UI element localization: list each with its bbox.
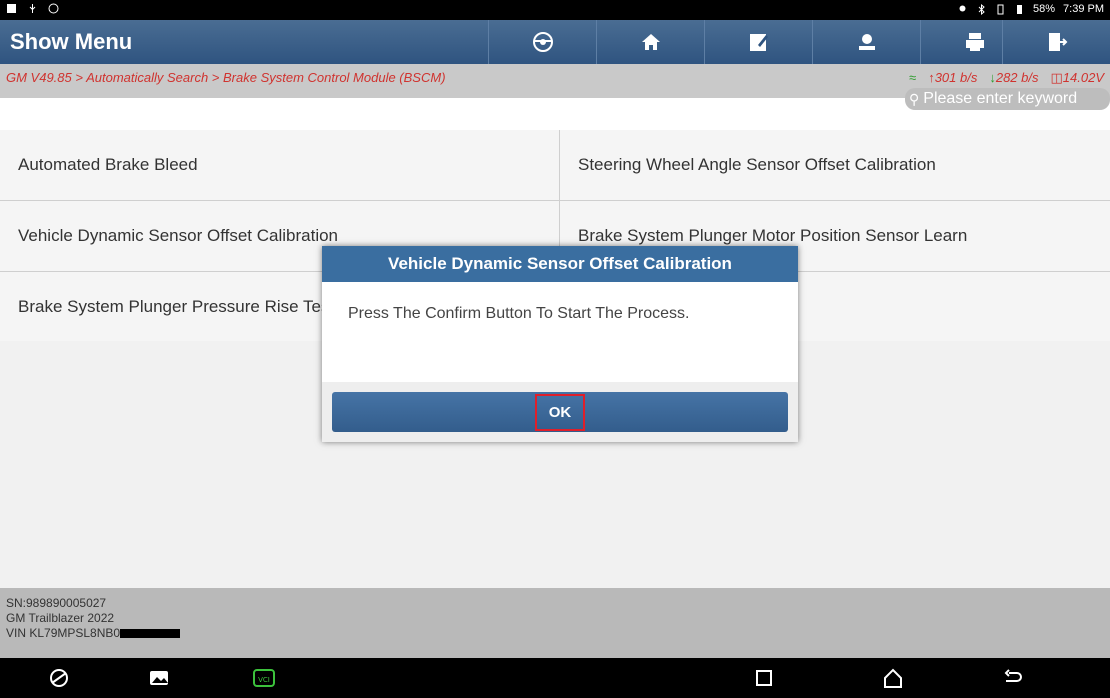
dialog-title: Vehicle Dynamic Sensor Offset Calibratio… (322, 246, 798, 282)
android-nav-bar: VCI (0, 658, 1110, 698)
status-right-icons: 58% 7:39 PM (957, 3, 1104, 15)
ok-button-label: OK (534, 393, 586, 431)
battery-icon (1017, 4, 1022, 14)
ok-button[interactable]: OK (332, 392, 788, 432)
location-icon (959, 5, 966, 11)
notification-icon (7, 4, 16, 13)
vibrate-icon (997, 4, 1004, 14)
bluetooth-icon (978, 3, 985, 15)
status-bar: 58% 7:39 PM (0, 0, 1110, 20)
dialog-footer: OK (322, 382, 798, 442)
recents-icon[interactable] (755, 669, 773, 687)
battery-percent: 58% (1033, 3, 1056, 15)
vci-icon[interactable]: VCI (252, 667, 276, 689)
gallery-icon[interactable] (148, 667, 170, 689)
usb-icon (29, 4, 36, 13)
status-left-icons (6, 3, 59, 14)
dialog-message: Press The Confirm Button To Start The Pr… (348, 305, 690, 322)
confirm-dialog: Vehicle Dynamic Sensor Offset Calibratio… (322, 246, 798, 442)
home-nav-icon[interactable] (882, 667, 904, 689)
svg-text:VCI: VCI (258, 676, 270, 684)
back-icon[interactable] (1002, 667, 1024, 689)
browser-icon[interactable] (48, 667, 70, 689)
clock: 7:39 PM (1063, 3, 1104, 15)
accessibility-icon (48, 3, 59, 14)
